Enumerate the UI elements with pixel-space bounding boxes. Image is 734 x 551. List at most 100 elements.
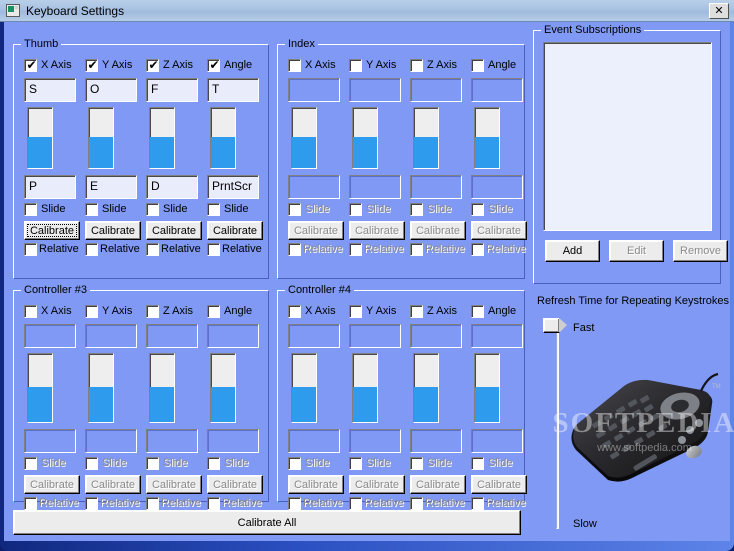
relative-checkbox[interactable] [146, 243, 159, 256]
calibrate-button-label: Calibrate [354, 478, 400, 491]
remove-button-label: Remove [680, 245, 721, 257]
relative-checkbox[interactable] [207, 243, 220, 256]
svg-text:TM: TM [712, 384, 721, 390]
axis-label: X Axis [305, 59, 336, 71]
slide-label: Slide [427, 457, 452, 469]
refresh-slider-thumb[interactable] [543, 318, 567, 333]
calibrate-all-label: Calibrate All [237, 516, 297, 529]
axis-key-input-bottom[interactable]: PrntScr [207, 175, 259, 199]
axis-enable-checkbox [207, 305, 220, 318]
slide-label: Slide [102, 457, 127, 469]
relative-label: Relative [39, 497, 79, 509]
axis-enable-checkbox[interactable]: ✔ [24, 59, 37, 72]
axis-enable-checkbox [288, 59, 301, 72]
axis-level-fill [353, 386, 377, 422]
slide-label: Slide [224, 457, 249, 469]
slider-thumb-body [543, 318, 560, 333]
relative-checkbox [24, 497, 37, 510]
axis-key-input-top [24, 324, 76, 348]
slide-checkbox [410, 457, 423, 470]
close-icon[interactable]: ✕ [709, 3, 729, 19]
axis-label: Y Axis [102, 305, 133, 317]
checkmark-icon: ✔ [148, 58, 159, 72]
calibrate-button: Calibrate [146, 475, 202, 494]
calibrate-button: Calibrate [85, 475, 141, 494]
axis-level-fill [353, 136, 377, 168]
axis-level-fill [475, 136, 499, 168]
slide-checkbox[interactable] [207, 203, 220, 216]
axis-group-3: Controller #3 X Axis Slide Calibrate Relativ… [13, 284, 269, 510]
relative-checkbox[interactable] [85, 243, 98, 256]
calibrate-button-label: Calibrate [29, 478, 75, 491]
axis-key-input-top[interactable]: S [24, 78, 76, 102]
calibrate-button-label: Calibrate [476, 224, 522, 237]
axis-label: Y Axis [366, 305, 397, 317]
slide-label: Slide [224, 203, 249, 215]
relative-label: Relative [100, 243, 140, 255]
relative-checkbox [471, 243, 484, 256]
axis-level-fill [150, 386, 174, 422]
relative-label: Relative [364, 243, 404, 255]
axis-label: Z Axis [163, 59, 193, 71]
axis-key-input-bottom [410, 175, 462, 199]
slide-checkbox[interactable] [24, 203, 37, 216]
event-subscriptions-list[interactable] [543, 42, 712, 231]
axis-enable-checkbox[interactable]: ✔ [146, 59, 159, 72]
title-bar[interactable]: Keyboard Settings ✕ [0, 0, 734, 22]
axis-enable-checkbox[interactable]: ✔ [207, 59, 220, 72]
calibrate-button[interactable]: Calibrate [24, 221, 80, 240]
axis-enable-checkbox[interactable]: ✔ [85, 59, 98, 72]
group-title: Index [285, 38, 318, 50]
calibrate-button-label: Calibrate [415, 478, 461, 491]
axis-key-input-top [410, 324, 462, 348]
calibrate-button-label: Calibrate [151, 224, 197, 237]
axis-label: Y Axis [366, 59, 397, 71]
slide-checkbox[interactable] [146, 203, 159, 216]
relative-checkbox[interactable] [24, 243, 37, 256]
axis-key-input-bottom[interactable]: D [146, 175, 198, 199]
calibrate-button-label: Calibrate [90, 224, 136, 237]
calibrate-button-label: Calibrate [212, 224, 258, 237]
checkmark-icon: ✔ [26, 58, 37, 72]
axis-label: Z Axis [427, 59, 457, 71]
axis-key-input-top[interactable]: T [207, 78, 259, 102]
slide-checkbox[interactable] [85, 203, 98, 216]
axis-enable-checkbox [85, 305, 98, 318]
refresh-slider-track[interactable] [556, 326, 559, 529]
calibrate-all-button[interactable]: Calibrate All [13, 510, 521, 535]
slide-checkbox [288, 457, 301, 470]
slide-label: Slide [41, 457, 66, 469]
relative-label: Relative [161, 497, 201, 509]
add-button[interactable]: Add [545, 240, 600, 262]
axis-label: Z Axis [163, 305, 193, 317]
calibrate-button-label: Calibrate [151, 478, 197, 491]
axis-level-fill [211, 136, 235, 168]
calibrate-button: Calibrate [410, 475, 466, 494]
relative-label: Relative [100, 497, 140, 509]
slide-label: Slide [366, 457, 391, 469]
axis-label: Z Axis [427, 305, 457, 317]
axis-level-bar [210, 107, 236, 169]
axis-key-input-top[interactable]: F [146, 78, 198, 102]
calibrate-button[interactable]: Calibrate [207, 221, 263, 240]
axis-key-input-bottom[interactable]: P [24, 175, 76, 199]
slide-checkbox [24, 457, 37, 470]
relative-label: Relative [303, 243, 343, 255]
axis-group-4: Controller #4 X Axis Slide Calibrate Relativ… [277, 284, 527, 510]
calibrate-button[interactable]: Calibrate [146, 221, 202, 240]
axis-key-input-bottom[interactable]: E [85, 175, 137, 199]
group-title: Thumb [21, 38, 62, 50]
axis-level-bar [149, 353, 175, 423]
axis-key-input-bottom [288, 175, 340, 199]
axis-key-input-top[interactable]: O [85, 78, 137, 102]
focus-rectangle [27, 224, 77, 237]
axis-key-input-top [146, 324, 198, 348]
relative-label: Relative [161, 243, 201, 255]
calibrate-button: Calibrate [471, 475, 527, 494]
slide-label: Slide [488, 457, 513, 469]
axis-label: X Axis [41, 59, 72, 71]
slide-label: Slide [488, 203, 513, 215]
slide-checkbox [146, 457, 159, 470]
calibrate-button[interactable]: Calibrate [85, 221, 141, 240]
relative-checkbox [471, 497, 484, 510]
